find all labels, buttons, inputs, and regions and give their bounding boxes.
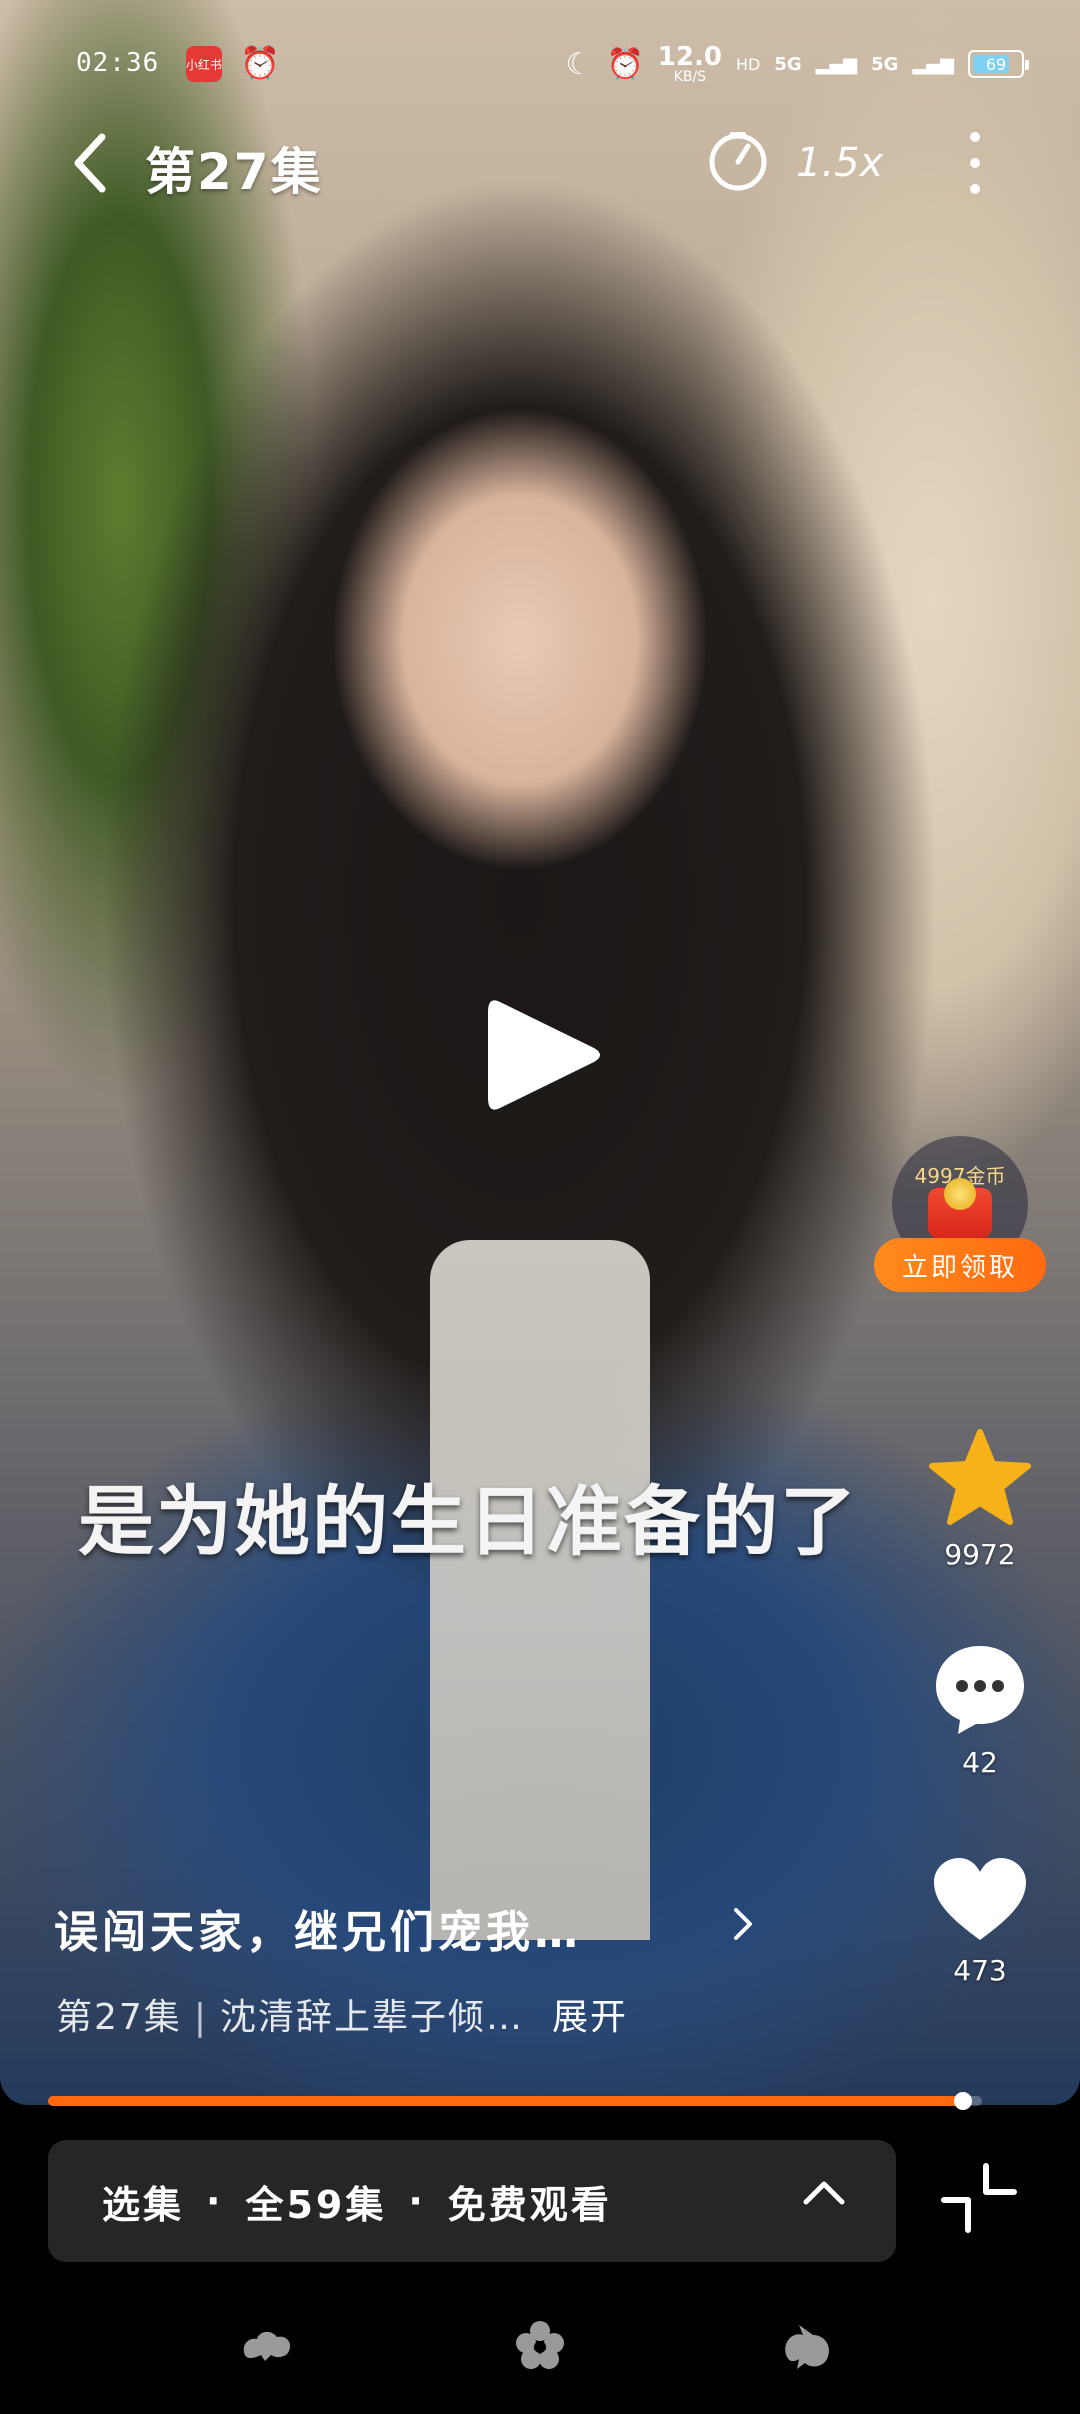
back-icon[interactable] (60, 128, 120, 198)
episode-selector-bar[interactable]: 选集 · 全59集 · 免费观看 (48, 2140, 896, 2262)
network-speed-unit: KB/S (673, 69, 707, 85)
alarm-icon-right: ⏰ (606, 46, 644, 82)
nav-back-icon[interactable] (232, 2310, 302, 2380)
battery-level: 69 (985, 54, 1007, 74)
like-count: 473 (953, 1954, 1007, 1987)
comment-count: 42 (962, 1746, 998, 1779)
progress-handle[interactable] (954, 2092, 973, 2110)
network-speed: 12.0 KB/S (658, 44, 722, 84)
episode-title: 第27集 (145, 143, 323, 201)
dot-separator: · (206, 2179, 224, 2223)
series-title: 误闯天家，继兄们宠我… (54, 1907, 582, 1958)
total-episodes: 全59集 (245, 2182, 387, 2227)
nav-recents-icon[interactable] (772, 2310, 842, 2380)
progress-fill (48, 2096, 964, 2106)
status-time: 02:36 (76, 48, 160, 78)
signal-5g-1: 5G (774, 53, 802, 75)
episode-label: 第27集 (56, 1997, 182, 2038)
select-episode-label: 选集 (102, 2182, 185, 2227)
timer-icon[interactable] (706, 130, 770, 194)
battery-icon: 69 (968, 50, 1029, 78)
collapse-icon[interactable] (940, 2160, 1020, 2240)
nav-home-icon[interactable] (505, 2310, 575, 2380)
coin-reward-widget[interactable]: 4997金币 立即领取 (874, 1136, 1046, 1296)
claim-button[interactable]: 立即领取 (874, 1238, 1046, 1292)
play-icon[interactable] (470, 990, 610, 1120)
status-bar: 02:36 小红书 ⏰ ☾ ⏰ 12.0 KB/S HD 5G ▂▄▆ 5G ▂… (0, 40, 1080, 90)
network-speed-value: 12.0 (657, 42, 722, 72)
expand-button[interactable]: 展开 (552, 1997, 628, 2038)
app-notification-icon: 小红书 (186, 46, 222, 82)
synopsis: 沈清辞上辈子倾… (219, 1997, 524, 2038)
series-title-link[interactable]: 误闯天家，继兄们宠我… (54, 1896, 774, 1960)
star-icon (929, 1429, 1031, 1525)
red-envelope-icon (928, 1178, 992, 1238)
free-watch-label: 免费观看 (447, 2182, 612, 2227)
separator: | (193, 1997, 208, 2038)
heart-icon (934, 1858, 1026, 1940)
comment-icon (936, 1646, 1024, 1734)
chevron-up-icon[interactable] (800, 2178, 848, 2208)
video-subtitle: 是为她的生日准备的了 (78, 1477, 858, 1566)
favorite-button[interactable]: 9972 (922, 1428, 1038, 1571)
favorite-count: 9972 (944, 1538, 1016, 1571)
system-nav-bar (0, 2310, 1080, 2380)
hd-icon: HD (735, 54, 761, 74)
chevron-right-icon (734, 1908, 752, 1940)
signal-5g-2: 5G (871, 53, 899, 75)
progress-bar[interactable] (48, 2092, 982, 2110)
signal-bars-icon: ▂▄▆ (815, 53, 858, 75)
dot-separator-2: · (408, 2179, 426, 2223)
playback-speed-button[interactable]: 1.5x (796, 140, 883, 186)
comment-button[interactable]: 42 (922, 1640, 1038, 1779)
moon-icon: ☾ (565, 46, 593, 82)
top-bar: 第27集 1.5x (0, 120, 1080, 210)
video-frame-detail (430, 1240, 650, 1940)
like-button[interactable]: 473 (922, 1854, 1038, 1987)
more-icon[interactable] (960, 128, 990, 198)
alarm-icon: ⏰ (240, 44, 280, 82)
signal-bars-icon-2: ▂▄▆ (912, 53, 954, 75)
episode-description: 第27集 | 沈清辞上辈子倾… 展开 (56, 1988, 628, 2040)
